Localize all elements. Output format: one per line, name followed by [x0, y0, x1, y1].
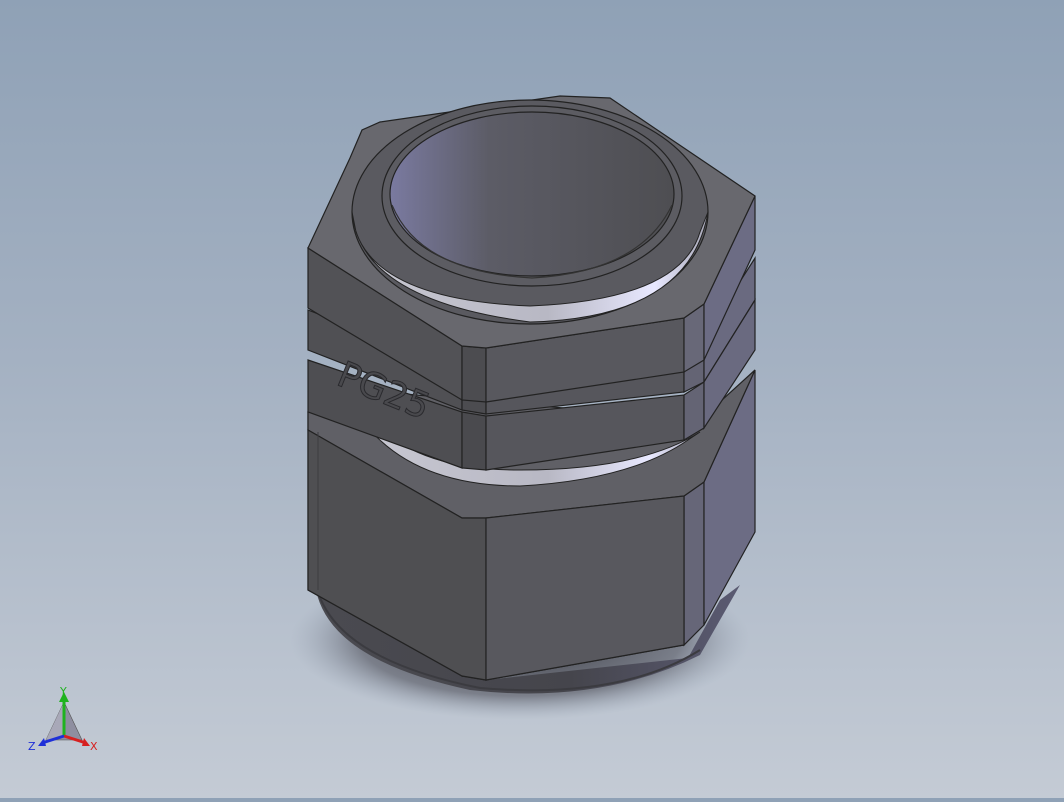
x-label: X [90, 740, 98, 753]
view-orientation-triad[interactable]: Y X Z [24, 684, 104, 756]
top-cap [351, 99, 709, 325]
z-label: Z [28, 740, 36, 753]
model-view[interactable]: PG25 [0, 0, 1064, 798]
graphics-viewport[interactable]: PG25 [0, 0, 1064, 798]
x-arrow-icon [82, 738, 90, 746]
z-arrow-icon [38, 738, 46, 746]
y-label: Y [59, 685, 67, 698]
